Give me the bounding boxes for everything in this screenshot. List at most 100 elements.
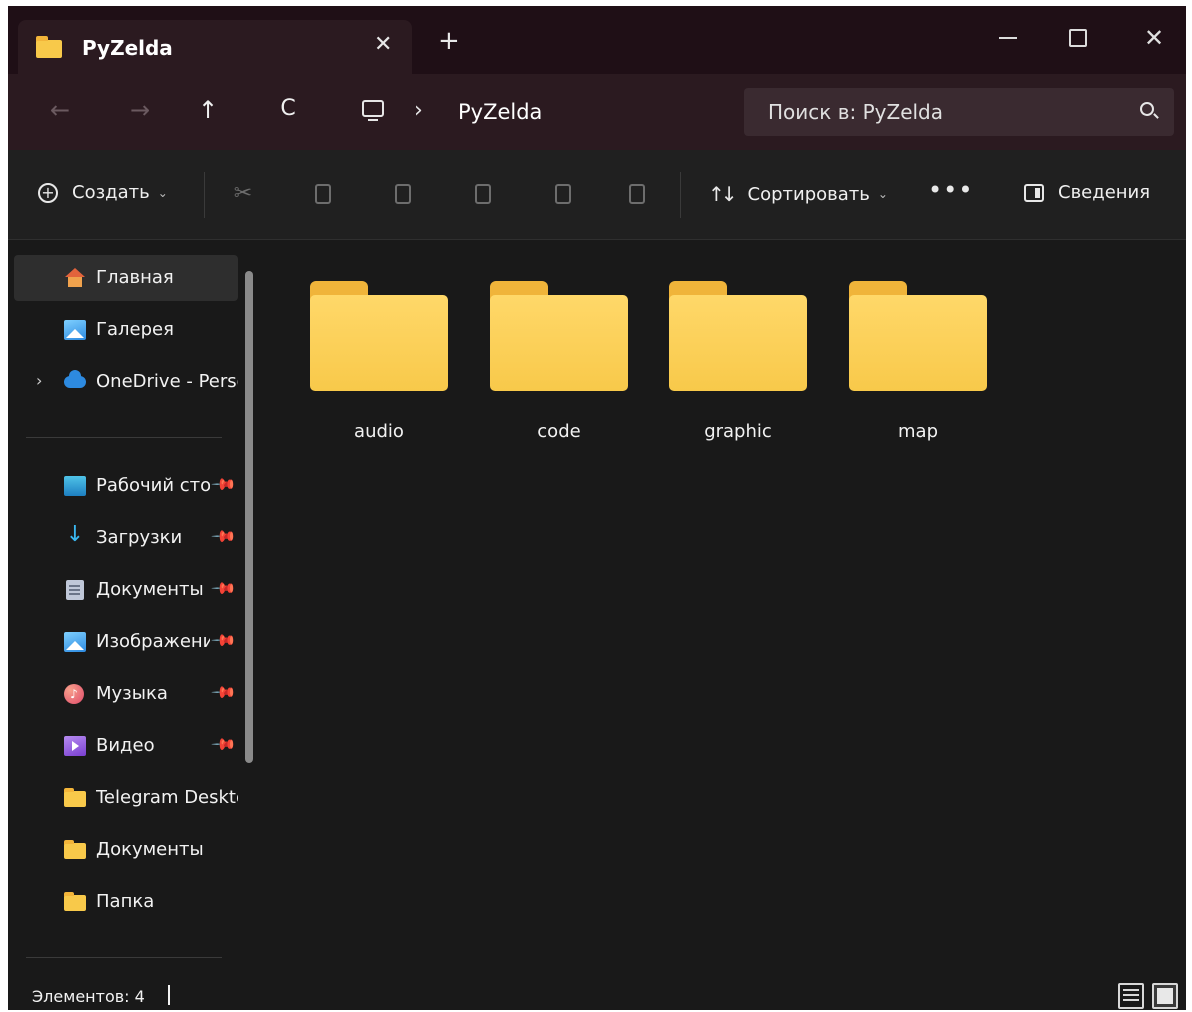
home-icon <box>64 268 86 288</box>
sidebar-item-music[interactable]: ♪ Музыка 📌 <box>14 671 238 717</box>
title-bar: PyZelda ✕ + ✕ <box>8 6 1186 74</box>
sort-label: Сортировать <box>747 183 870 205</box>
sidebar-item-label: Документы <box>96 579 204 600</box>
sidebar-item-label: Музыка <box>96 683 168 704</box>
status-bar: Элементов: 4 <box>8 975 1186 1010</box>
items-count: Элементов: 4 <box>32 987 145 1006</box>
sidebar-item-label: Главная <box>96 267 174 288</box>
create-button[interactable]: + Создать ⌄ <box>38 182 168 203</box>
pictures-icon <box>64 632 86 652</box>
chevron-down-icon: ⌄ <box>877 187 888 201</box>
sidebar-item-label: Рабочий стол <box>96 475 210 496</box>
folder-icon <box>669 281 807 391</box>
text-caret <box>168 985 170 1005</box>
close-tab-icon[interactable]: ✕ <box>374 32 392 57</box>
search-box[interactable]: Поиск в: PyZelda <box>744 88 1174 136</box>
folder-name: code <box>537 421 581 442</box>
folder-name: graphic <box>704 421 772 442</box>
sidebar-item-folder[interactable]: Папка <box>14 879 238 925</box>
paste-icon[interactable] <box>390 180 416 208</box>
back-arrow-icon[interactable]: ← <box>42 96 78 124</box>
folder-name: map <box>898 421 938 442</box>
tab-pyzelda[interactable]: PyZelda ✕ <box>18 20 412 74</box>
sidebar-divider <box>26 957 222 958</box>
documents-icon <box>66 580 84 600</box>
address-bar[interactable]: › PyZelda <box>342 90 736 134</box>
video-icon <box>64 736 86 756</box>
plus-circle-icon: + <box>38 182 58 203</box>
new-tab-plus-icon[interactable]: + <box>438 28 460 54</box>
breadcrumb-pyzelda[interactable]: PyZelda <box>458 100 542 124</box>
copy-icon[interactable] <box>310 180 336 208</box>
large-icons-view-button[interactable] <box>1152 983 1178 1009</box>
sidebar-item-label: Галерея <box>96 319 174 340</box>
sidebar-item-onedrive[interactable]: › OneDrive - Personal <box>14 359 238 405</box>
command-bar: + Создать ⌄ ✂ ↑↓ Сортировать ⌄ ••• Сведе… <box>8 150 1186 240</box>
folder-icon <box>310 281 448 391</box>
search-placeholder: Поиск в: PyZelda <box>768 100 943 124</box>
pin-icon[interactable]: 📌 <box>210 523 238 551</box>
pin-icon[interactable]: 📌 <box>210 471 238 499</box>
sort-button[interactable]: ↑↓ Сортировать ⌄ <box>708 182 888 206</box>
onedrive-icon <box>64 370 86 388</box>
minimize-button[interactable] <box>988 18 1028 58</box>
more-options-icon[interactable]: ••• <box>928 176 973 204</box>
pin-icon[interactable]: 📌 <box>210 627 238 655</box>
create-label: Создать <box>72 182 150 203</box>
folder-icon <box>490 281 628 391</box>
sidebar-item-downloads[interactable]: ↓ Загрузки 📌 <box>14 515 238 561</box>
search-icon[interactable] <box>1140 102 1154 116</box>
sidebar-divider <box>26 437 222 438</box>
sidebar-item-label: Документы <box>96 839 204 860</box>
sidebar-item-documents-folder[interactable]: Документы <box>14 827 238 873</box>
maximize-button[interactable] <box>1058 18 1098 58</box>
navigation-pane: Главная Галерея › OneDrive - Personal Ра… <box>8 241 270 975</box>
details-label: Сведения <box>1058 182 1151 203</box>
pin-icon[interactable]: 📌 <box>210 731 238 759</box>
sidebar-item-label: Загрузки <box>96 527 183 548</box>
delete-icon[interactable] <box>624 180 650 208</box>
sidebar-item-gallery[interactable]: Галерея <box>14 307 238 353</box>
details-pane-icon <box>1024 183 1044 202</box>
chevron-right-icon[interactable]: › <box>36 371 42 390</box>
pin-icon[interactable]: 📌 <box>210 679 238 707</box>
pin-icon[interactable]: 📌 <box>210 575 238 603</box>
sidebar-item-home[interactable]: Главная <box>14 255 238 301</box>
folder-icon <box>36 36 62 58</box>
folder-item-graphic[interactable]: graphic <box>647 269 807 449</box>
sidebar-scrollbar[interactable] <box>245 271 253 763</box>
sidebar-item-label: OneDrive - Personal <box>96 371 238 392</box>
folder-item-map[interactable]: map <box>827 269 987 449</box>
folder-item-code[interactable]: code <box>468 269 628 449</box>
this-pc-icon[interactable] <box>362 100 384 121</box>
sort-arrows-icon: ↑↓ <box>708 182 737 206</box>
details-pane-button[interactable]: Сведения <box>1024 182 1150 203</box>
up-arrow-icon[interactable]: ↑ <box>190 96 226 124</box>
folder-item-audio[interactable]: audio <box>288 269 448 449</box>
share-icon[interactable] <box>550 180 576 208</box>
refresh-icon[interactable]: C <box>270 96 306 121</box>
sidebar-item-desktop[interactable]: Рабочий стол 📌 <box>14 463 238 509</box>
toolbar-divider <box>204 172 205 218</box>
sidebar-item-label: Telegram Desktop <box>96 787 238 808</box>
address-row: ← → ↑ C › PyZelda Поиск в: PyZelda <box>8 74 1186 150</box>
tab-title: PyZelda <box>82 36 173 60</box>
sidebar-item-label: Папка <box>96 891 155 912</box>
sidebar-item-documents[interactable]: Документы 📌 <box>14 567 238 613</box>
desktop-icon <box>64 476 86 496</box>
details-view-button[interactable] <box>1118 983 1144 1009</box>
cut-icon[interactable]: ✂ <box>230 180 256 208</box>
close-window-button[interactable]: ✕ <box>1134 18 1174 58</box>
file-explorer-window: PyZelda ✕ + ✕ ← → ↑ C › PyZelda Поиск в:… <box>8 6 1186 1010</box>
folder-icon <box>64 892 86 911</box>
folder-icon <box>849 281 987 391</box>
file-list: audio code graphic map <box>270 241 1186 975</box>
forward-arrow-icon[interactable]: → <box>122 96 158 124</box>
chevron-down-icon: ⌄ <box>157 185 168 200</box>
sidebar-item-telegram-desktop[interactable]: Telegram Desktop <box>14 775 238 821</box>
rename-icon[interactable] <box>470 180 496 208</box>
breadcrumb-chevron-icon[interactable]: › <box>414 98 423 123</box>
sidebar-item-pictures[interactable]: Изображения 📌 <box>14 619 238 665</box>
folder-icon <box>64 840 86 859</box>
sidebar-item-video[interactable]: Видео 📌 <box>14 723 238 769</box>
